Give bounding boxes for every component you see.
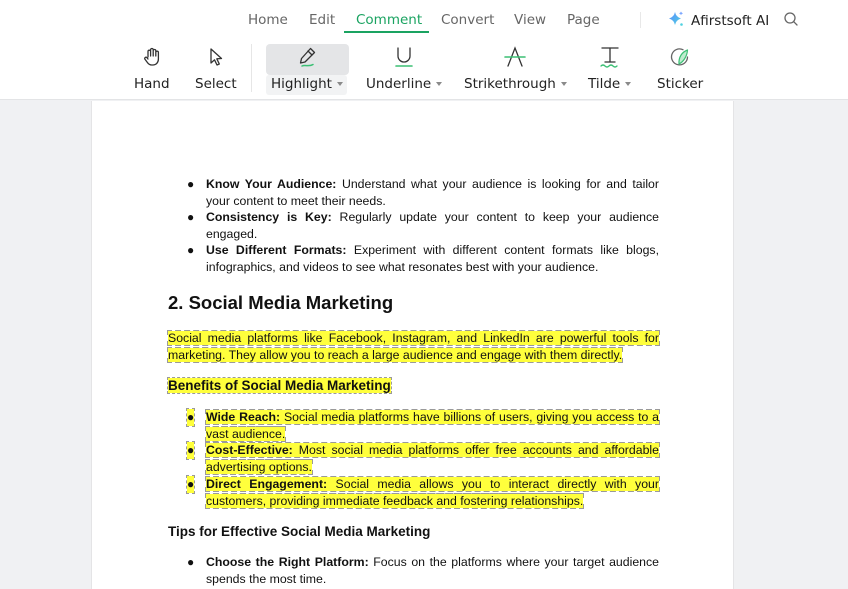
tab-page[interactable]: Page xyxy=(567,12,600,28)
benefits-heading[interactable]: Benefits of Social Media Marketing xyxy=(167,377,392,395)
list-item-title: Wide Reach: xyxy=(206,410,281,424)
hand-icon xyxy=(141,43,163,71)
tab-view[interactable]: View xyxy=(514,12,546,28)
list-item-title: Direct Engagement: xyxy=(206,477,328,491)
bullet: ● xyxy=(187,177,195,191)
section-paragraph[interactable]: Social media platforms like Facebook, In… xyxy=(167,330,660,363)
document-page: ● Know Your Audience: Understand what yo… xyxy=(91,101,734,589)
bullet: ● xyxy=(185,441,196,460)
ai-label: Afirstsoft AI xyxy=(691,13,770,29)
menu-bar: Home Edit Comment Convert View Page Afir… xyxy=(0,0,848,36)
tab-comment[interactable]: Comment xyxy=(356,12,422,28)
sticker-icon xyxy=(668,43,692,71)
bullet: ● xyxy=(187,210,195,224)
hand-label: Hand xyxy=(134,76,170,92)
highlight-tool-button[interactable]: Highlight xyxy=(271,43,343,93)
bullet: ● xyxy=(185,408,196,427)
highlight-annotation[interactable]: Direct Engagement: Social media allows y… xyxy=(205,476,660,509)
list-item: ● Consistency is Key: Regularly update y… xyxy=(168,209,659,242)
toolbar-divider xyxy=(251,44,252,92)
select-tool-button[interactable]: Select xyxy=(195,43,237,93)
bullet: ● xyxy=(187,555,195,569)
tilde-icon xyxy=(598,43,622,71)
tips-heading: Tips for Effective Social Media Marketin… xyxy=(168,524,431,539)
highlight-dropdown-caret[interactable] xyxy=(336,82,343,86)
list-item-title: Choose the Right Platform: xyxy=(206,555,369,569)
strikethrough-tool-button[interactable]: Strikethrough xyxy=(464,43,567,93)
strikethrough-icon xyxy=(503,43,527,71)
highlight-annotation[interactable]: Benefits of Social Media Marketing xyxy=(167,377,392,394)
list-item-title: Use Different Formats: xyxy=(206,243,347,257)
highlight-annotation[interactable]: Social media platforms like Facebook, In… xyxy=(167,330,660,363)
menu-divider xyxy=(640,12,641,28)
bullet: ● xyxy=(185,475,196,494)
list-item[interactable]: ● Direct Engagement: Social media allows… xyxy=(168,475,660,509)
list-item-title: Consistency is Key: xyxy=(206,210,332,224)
active-tab-indicator xyxy=(344,31,429,33)
underline-label: Underline xyxy=(366,76,432,92)
highlight-label: Highlight xyxy=(271,76,332,92)
section-heading: 2. Social Media Marketing xyxy=(168,292,394,313)
underline-icon xyxy=(392,43,416,71)
underline-dropdown-caret[interactable] xyxy=(436,82,443,86)
tab-edit[interactable]: Edit xyxy=(309,12,335,28)
list-item: ● Choose the Right Platform: Focus on th… xyxy=(168,554,659,587)
top-bar: Home Edit Comment Convert View Page Afir… xyxy=(0,0,848,100)
tab-convert[interactable]: Convert xyxy=(441,12,494,28)
sticker-tool-button[interactable]: Sticker xyxy=(657,43,703,93)
sparkle-icon xyxy=(667,10,685,32)
list-item: ● Use Different Formats: Experiment with… xyxy=(168,242,659,275)
cursor-icon xyxy=(205,43,227,71)
tilde-dropdown-caret[interactable] xyxy=(625,82,632,86)
strikethrough-dropdown-caret[interactable] xyxy=(560,82,567,86)
list-item-title: Know Your Audience: xyxy=(206,177,337,191)
tilde-tool-button[interactable]: Tilde xyxy=(588,43,632,93)
list-item: ● Know Your Audience: Understand what yo… xyxy=(168,176,659,209)
list-item-title: Cost-Effective: xyxy=(206,443,293,457)
select-label: Select xyxy=(195,76,237,92)
tab-home[interactable]: Home xyxy=(248,12,288,28)
underline-tool-button[interactable]: Underline xyxy=(366,43,443,93)
highlight-annotation[interactable]: Wide Reach: Social media platforms have … xyxy=(204,409,661,442)
list-item[interactable]: ● Wide Reach: Social media platforms hav… xyxy=(168,408,661,442)
strikethrough-label: Strikethrough xyxy=(464,76,556,92)
sticker-label: Sticker xyxy=(657,76,704,92)
ai-assistant-button[interactable]: Afirstsoft AI xyxy=(667,10,769,32)
hand-tool-button[interactable]: Hand xyxy=(134,43,170,93)
list-item[interactable]: ● Cost-Effective: Most social media plat… xyxy=(168,441,660,475)
highlight-pen-icon xyxy=(295,43,319,71)
tilde-label: Tilde xyxy=(588,76,621,92)
search-icon[interactable] xyxy=(783,11,799,27)
bullet: ● xyxy=(187,243,195,257)
highlight-annotation[interactable]: Cost-Effective: Most social media platfo… xyxy=(205,442,660,475)
